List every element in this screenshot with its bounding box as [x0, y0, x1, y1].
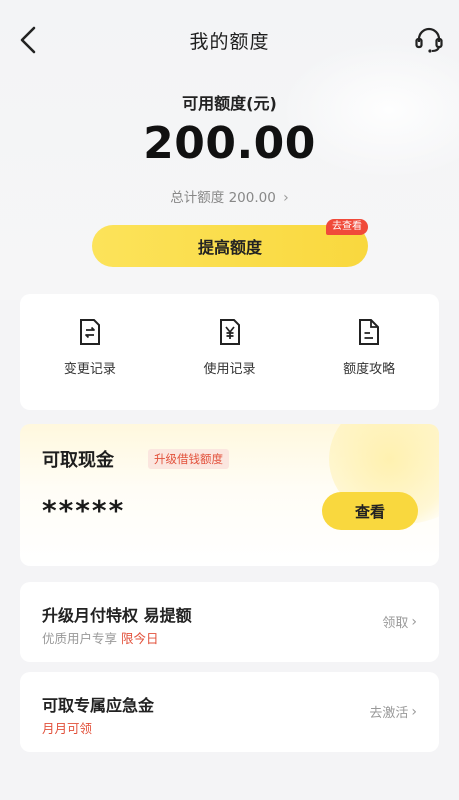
cash-title: 可取现金 — [42, 450, 114, 471]
action-label: 额度攻略 — [343, 362, 396, 377]
page-title: 我的额度 — [189, 30, 270, 53]
row-action-label: 领取 — [382, 616, 409, 631]
total-credit-link[interactable]: 总计额度 200.00 › — [0, 186, 459, 206]
view-badge: 去查看 — [326, 219, 368, 235]
exchange-doc-icon — [79, 319, 100, 345]
row-action-label: 去激活 — [369, 706, 409, 721]
guide-doc-icon — [359, 319, 380, 345]
total-credit-text: 总计额度 200.00 — [170, 190, 276, 206]
row-subtitle: 月月可领 — [42, 721, 93, 736]
monthly-pay-upgrade-row[interactable]: 升级月付特权 易提额 优质用户专享 限今日 领取 › — [20, 582, 439, 662]
customer-service-headset-icon[interactable] — [413, 24, 445, 56]
emergency-fund-row[interactable]: 可取专属应急金 月月可领 去激活 › — [20, 672, 439, 752]
raise-credit-label: 提高额度 — [197, 238, 262, 257]
row-subtitle: 优质用户专享 限今日 — [42, 628, 159, 647]
claim-link[interactable]: 领取 › — [382, 612, 417, 632]
chevron-right-icon: › — [411, 613, 417, 630]
raise-credit-button[interactable]: 提高额度 去查看 — [92, 219, 368, 267]
action-change-records[interactable]: 变更记录 — [20, 294, 160, 410]
navigation-bar: 我的额度 — [0, 0, 459, 80]
row-subtitle-text: 优质用户专享 — [42, 631, 118, 646]
activate-link[interactable]: 去激活 › — [369, 702, 417, 722]
available-credit-amount: 200.00 — [143, 118, 316, 169]
cash-amount-masked: ***** — [42, 494, 126, 527]
upgrade-tag: 升级借钱额度 — [148, 449, 229, 469]
back-arrow-icon[interactable] — [16, 24, 44, 56]
withdrawable-cash-card: 可取现金 升级借钱额度 ***** 查看 — [20, 424, 439, 566]
action-usage-records[interactable]: 使用记录 — [160, 294, 300, 410]
chevron-right-icon: › — [411, 703, 417, 720]
action-credit-guide[interactable]: 额度攻略 — [299, 294, 439, 410]
available-credit-label: 可用额度(元) — [182, 94, 277, 113]
row-title: 可取专属应急金 — [42, 696, 155, 715]
view-cash-button[interactable]: 查看 — [322, 492, 418, 530]
action-label: 变更记录 — [63, 362, 116, 377]
row-title: 升级月付特权 易提额 — [42, 606, 192, 625]
action-label: 使用记录 — [203, 362, 256, 377]
chevron-right-icon: › — [283, 190, 289, 206]
yuan-doc-icon — [219, 319, 240, 345]
row-subtitle-highlight: 限今日 — [121, 631, 159, 646]
quick-actions-card: 变更记录 使用记录 额度攻略 — [20, 294, 439, 410]
